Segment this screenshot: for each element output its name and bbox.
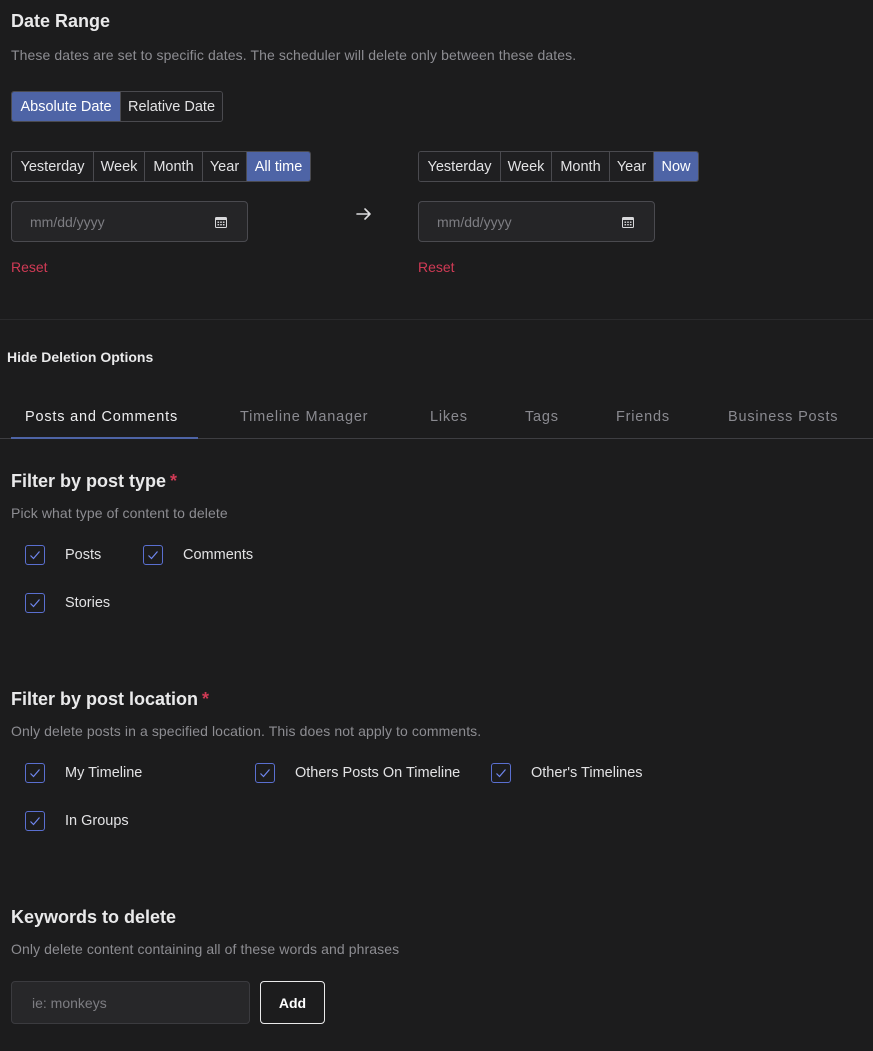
check-icon	[30, 817, 40, 826]
end-date-placeholder: mm/dd/yyyy	[437, 213, 512, 230]
keyword-placeholder: ie: monkeys	[32, 994, 107, 1011]
post-location-heading: Filter by post location *	[11, 689, 209, 710]
active-tab-indicator	[11, 437, 198, 439]
tab-tags[interactable]: Tags	[525, 396, 559, 438]
deletion-tabs: Posts and Comments Timeline Manager Like…	[0, 396, 873, 439]
hide-deletion-options-toggle[interactable]: Hide Deletion Options	[7, 349, 153, 365]
checkbox-box[interactable]	[25, 593, 45, 613]
checkbox-label: Other's Timelines	[531, 765, 643, 781]
check-icon	[30, 551, 40, 560]
checkbox-box[interactable]	[25, 763, 45, 783]
end-preset-year[interactable]: Year	[610, 152, 654, 181]
start-preset-month[interactable]: Month	[145, 152, 203, 181]
checkbox-in-groups[interactable]: In Groups	[25, 811, 129, 831]
post-location-title: Filter by post location	[11, 689, 199, 709]
keywords-description: Only delete content containing all of th…	[11, 941, 400, 957]
end-preset-now[interactable]: Now	[654, 152, 698, 181]
end-date-presets: Yesterday Week Month Year Now	[418, 151, 699, 182]
start-preset-all-time[interactable]: All time	[247, 152, 310, 181]
start-date-input[interactable]: mm/dd/yyyy	[11, 201, 248, 242]
check-icon	[496, 769, 506, 778]
checkbox-label: My Timeline	[65, 765, 143, 781]
start-date-placeholder: mm/dd/yyyy	[30, 213, 105, 230]
keyword-input[interactable]: ie: monkeys	[11, 981, 250, 1024]
start-preset-yesterday[interactable]: Yesterday	[12, 152, 94, 181]
checkbox-label: Stories	[65, 595, 111, 611]
date-range-description: These dates are set to specific dates. T…	[11, 47, 577, 63]
tab-likes[interactable]: Likes	[430, 396, 468, 438]
check-icon	[30, 769, 40, 778]
checkbox-comments[interactable]: Comments	[143, 545, 253, 565]
arrow-right-icon	[354, 204, 374, 224]
checkbox-label: Posts	[65, 547, 102, 563]
check-icon	[260, 769, 270, 778]
section-divider	[0, 319, 873, 320]
required-marker: *	[202, 689, 210, 709]
end-preset-month[interactable]: Month	[552, 152, 610, 181]
date-range-title: Date Range	[11, 11, 111, 31]
post-type-description: Pick what type of content to delete	[11, 505, 228, 521]
post-type-heading: Filter by post type *	[11, 471, 177, 492]
start-date-presets: Yesterday Week Month Year All time	[11, 151, 311, 182]
checkbox-my-timeline[interactable]: My Timeline	[25, 763, 142, 783]
checkbox-label: In Groups	[65, 813, 129, 829]
end-reset-link[interactable]: Reset	[418, 259, 455, 275]
checkbox-others-timelines[interactable]: Other's Timelines	[491, 763, 643, 783]
end-preset-yesterday[interactable]: Yesterday	[419, 152, 501, 181]
required-marker: *	[170, 471, 178, 491]
post-type-title: Filter by post type	[11, 471, 167, 491]
calendar-icon[interactable]	[622, 216, 634, 228]
checkbox-box[interactable]	[25, 545, 45, 565]
post-location-description: Only delete posts in a specified locatio…	[11, 723, 482, 739]
tab-friends[interactable]: Friends	[616, 396, 670, 438]
keywords-title: Keywords to delete	[11, 907, 177, 927]
checkbox-box[interactable]	[255, 763, 275, 783]
checkbox-box[interactable]	[491, 763, 511, 783]
checkbox-stories[interactable]: Stories	[25, 593, 110, 613]
relative-date-button[interactable]: Relative Date	[121, 92, 222, 121]
tab-timeline-manager[interactable]: Timeline Manager	[240, 396, 368, 438]
end-date-input[interactable]: mm/dd/yyyy	[418, 201, 655, 242]
tab-posts-and-comments[interactable]: Posts and Comments	[25, 396, 178, 438]
calendar-icon[interactable]	[215, 216, 227, 228]
start-reset-link[interactable]: Reset	[11, 259, 48, 275]
start-preset-year[interactable]: Year	[203, 152, 247, 181]
checkbox-label: Comments	[183, 547, 254, 563]
start-preset-week[interactable]: Week	[94, 152, 145, 181]
end-preset-week[interactable]: Week	[501, 152, 552, 181]
checkbox-box[interactable]	[25, 811, 45, 831]
checkbox-box[interactable]	[143, 545, 163, 565]
check-icon	[30, 599, 40, 608]
tab-business-posts[interactable]: Business Posts	[728, 396, 838, 438]
absolute-date-button[interactable]: Absolute Date	[12, 92, 121, 121]
add-keyword-button[interactable]: Add	[260, 981, 325, 1024]
checkbox-posts[interactable]: Posts	[25, 545, 101, 565]
checkbox-others-posts-on-timeline[interactable]: Others Posts On Timeline	[255, 763, 460, 783]
check-icon	[148, 551, 158, 560]
date-mode-toggle: Absolute Date Relative Date	[11, 91, 223, 122]
checkbox-label: Others Posts On Timeline	[295, 765, 461, 781]
